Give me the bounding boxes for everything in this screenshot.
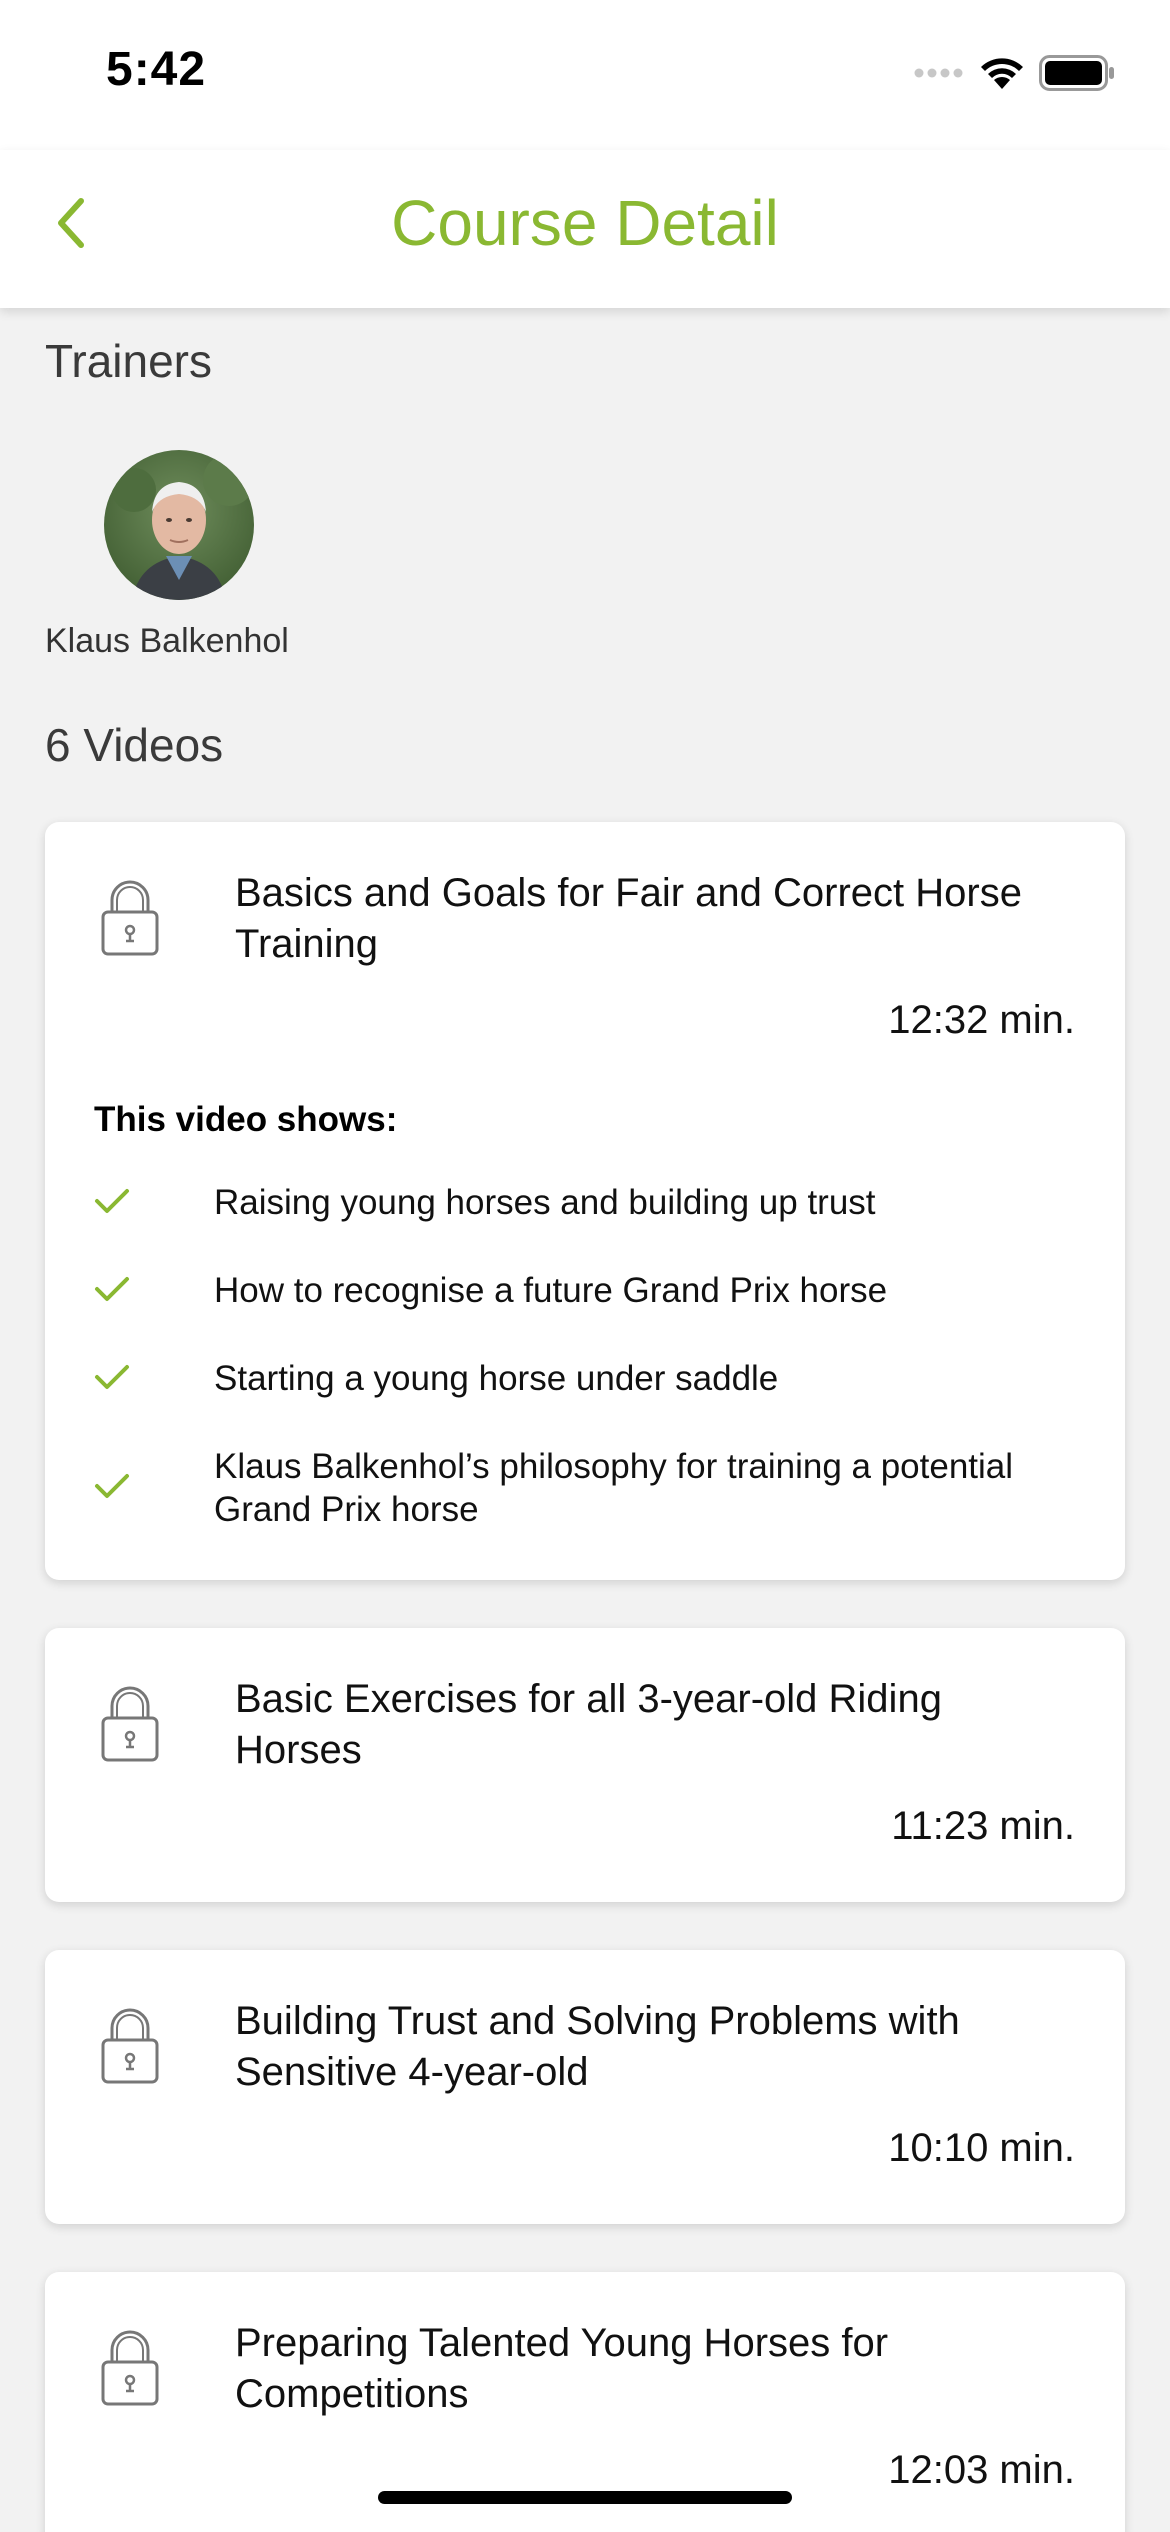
checkmark-icon xyxy=(94,1275,130,1303)
lock-icon xyxy=(100,878,160,958)
video-bullet-text: Klaus Balkenhol’s philosophy for trainin… xyxy=(214,1447,1014,1529)
trainer-name: Klaus Balkenhol xyxy=(45,622,289,660)
video-shows-heading: This video shows: xyxy=(94,1100,398,1139)
video-card[interactable]: Building Trust and Solving Problems with… xyxy=(45,1950,1125,2224)
lock-icon xyxy=(100,2006,160,2086)
status-bar: 5:42 xyxy=(0,0,1170,150)
battery-icon xyxy=(1039,54,1115,96)
video-title: Basic Exercises for all 3-year-old Ridin… xyxy=(235,1677,942,1772)
video-bullet-text: Starting a young horse under saddle xyxy=(214,1359,779,1398)
trainer-avatar xyxy=(104,450,254,600)
checkmark-icon xyxy=(94,1363,130,1391)
lock-icon xyxy=(100,1684,160,1764)
video-duration: 12:03 min. xyxy=(888,2448,1075,2492)
videos-heading: 6 Videos xyxy=(45,719,224,771)
wifi-icon xyxy=(979,56,1025,95)
status-icons xyxy=(913,54,1115,96)
home-indicator xyxy=(378,2491,792,2504)
trainer-item[interactable]: Klaus Balkenhol xyxy=(45,450,315,660)
video-title: Preparing Talented Young Horses for Comp… xyxy=(235,2321,889,2416)
navigation-bar: Course Detail xyxy=(0,150,1170,308)
trainers-heading: Trainers xyxy=(45,335,212,387)
cellular-signal-icon xyxy=(913,66,965,85)
video-title: Building Trust and Solving Problems with… xyxy=(235,1999,960,2094)
video-bullet-text: Raising young horses and building up tru… xyxy=(214,1183,876,1222)
status-time: 5:42 xyxy=(106,43,207,96)
video-card[interactable]: Basics and Goals for Fair and Correct Ho… xyxy=(45,822,1125,1580)
video-duration: 11:23 min. xyxy=(891,1804,1075,1848)
video-bullet-text: How to recognise a future Grand Prix hor… xyxy=(214,1271,888,1310)
video-title: Basics and Goals for Fair and Correct Ho… xyxy=(235,871,1022,966)
checkmark-icon xyxy=(94,1472,130,1500)
video-duration: 12:32 min. xyxy=(888,998,1075,1042)
video-duration: 10:10 min. xyxy=(888,2126,1075,2170)
lock-icon xyxy=(100,2328,160,2408)
course-detail-screen: 5:42 Course Detail Trainers Klaus Balken… xyxy=(0,0,1170,2532)
checkmark-icon xyxy=(94,1187,130,1215)
page-title: Course Detail xyxy=(391,187,779,259)
video-card[interactable]: Basic Exercises for all 3-year-old Ridin… xyxy=(45,1628,1125,1902)
